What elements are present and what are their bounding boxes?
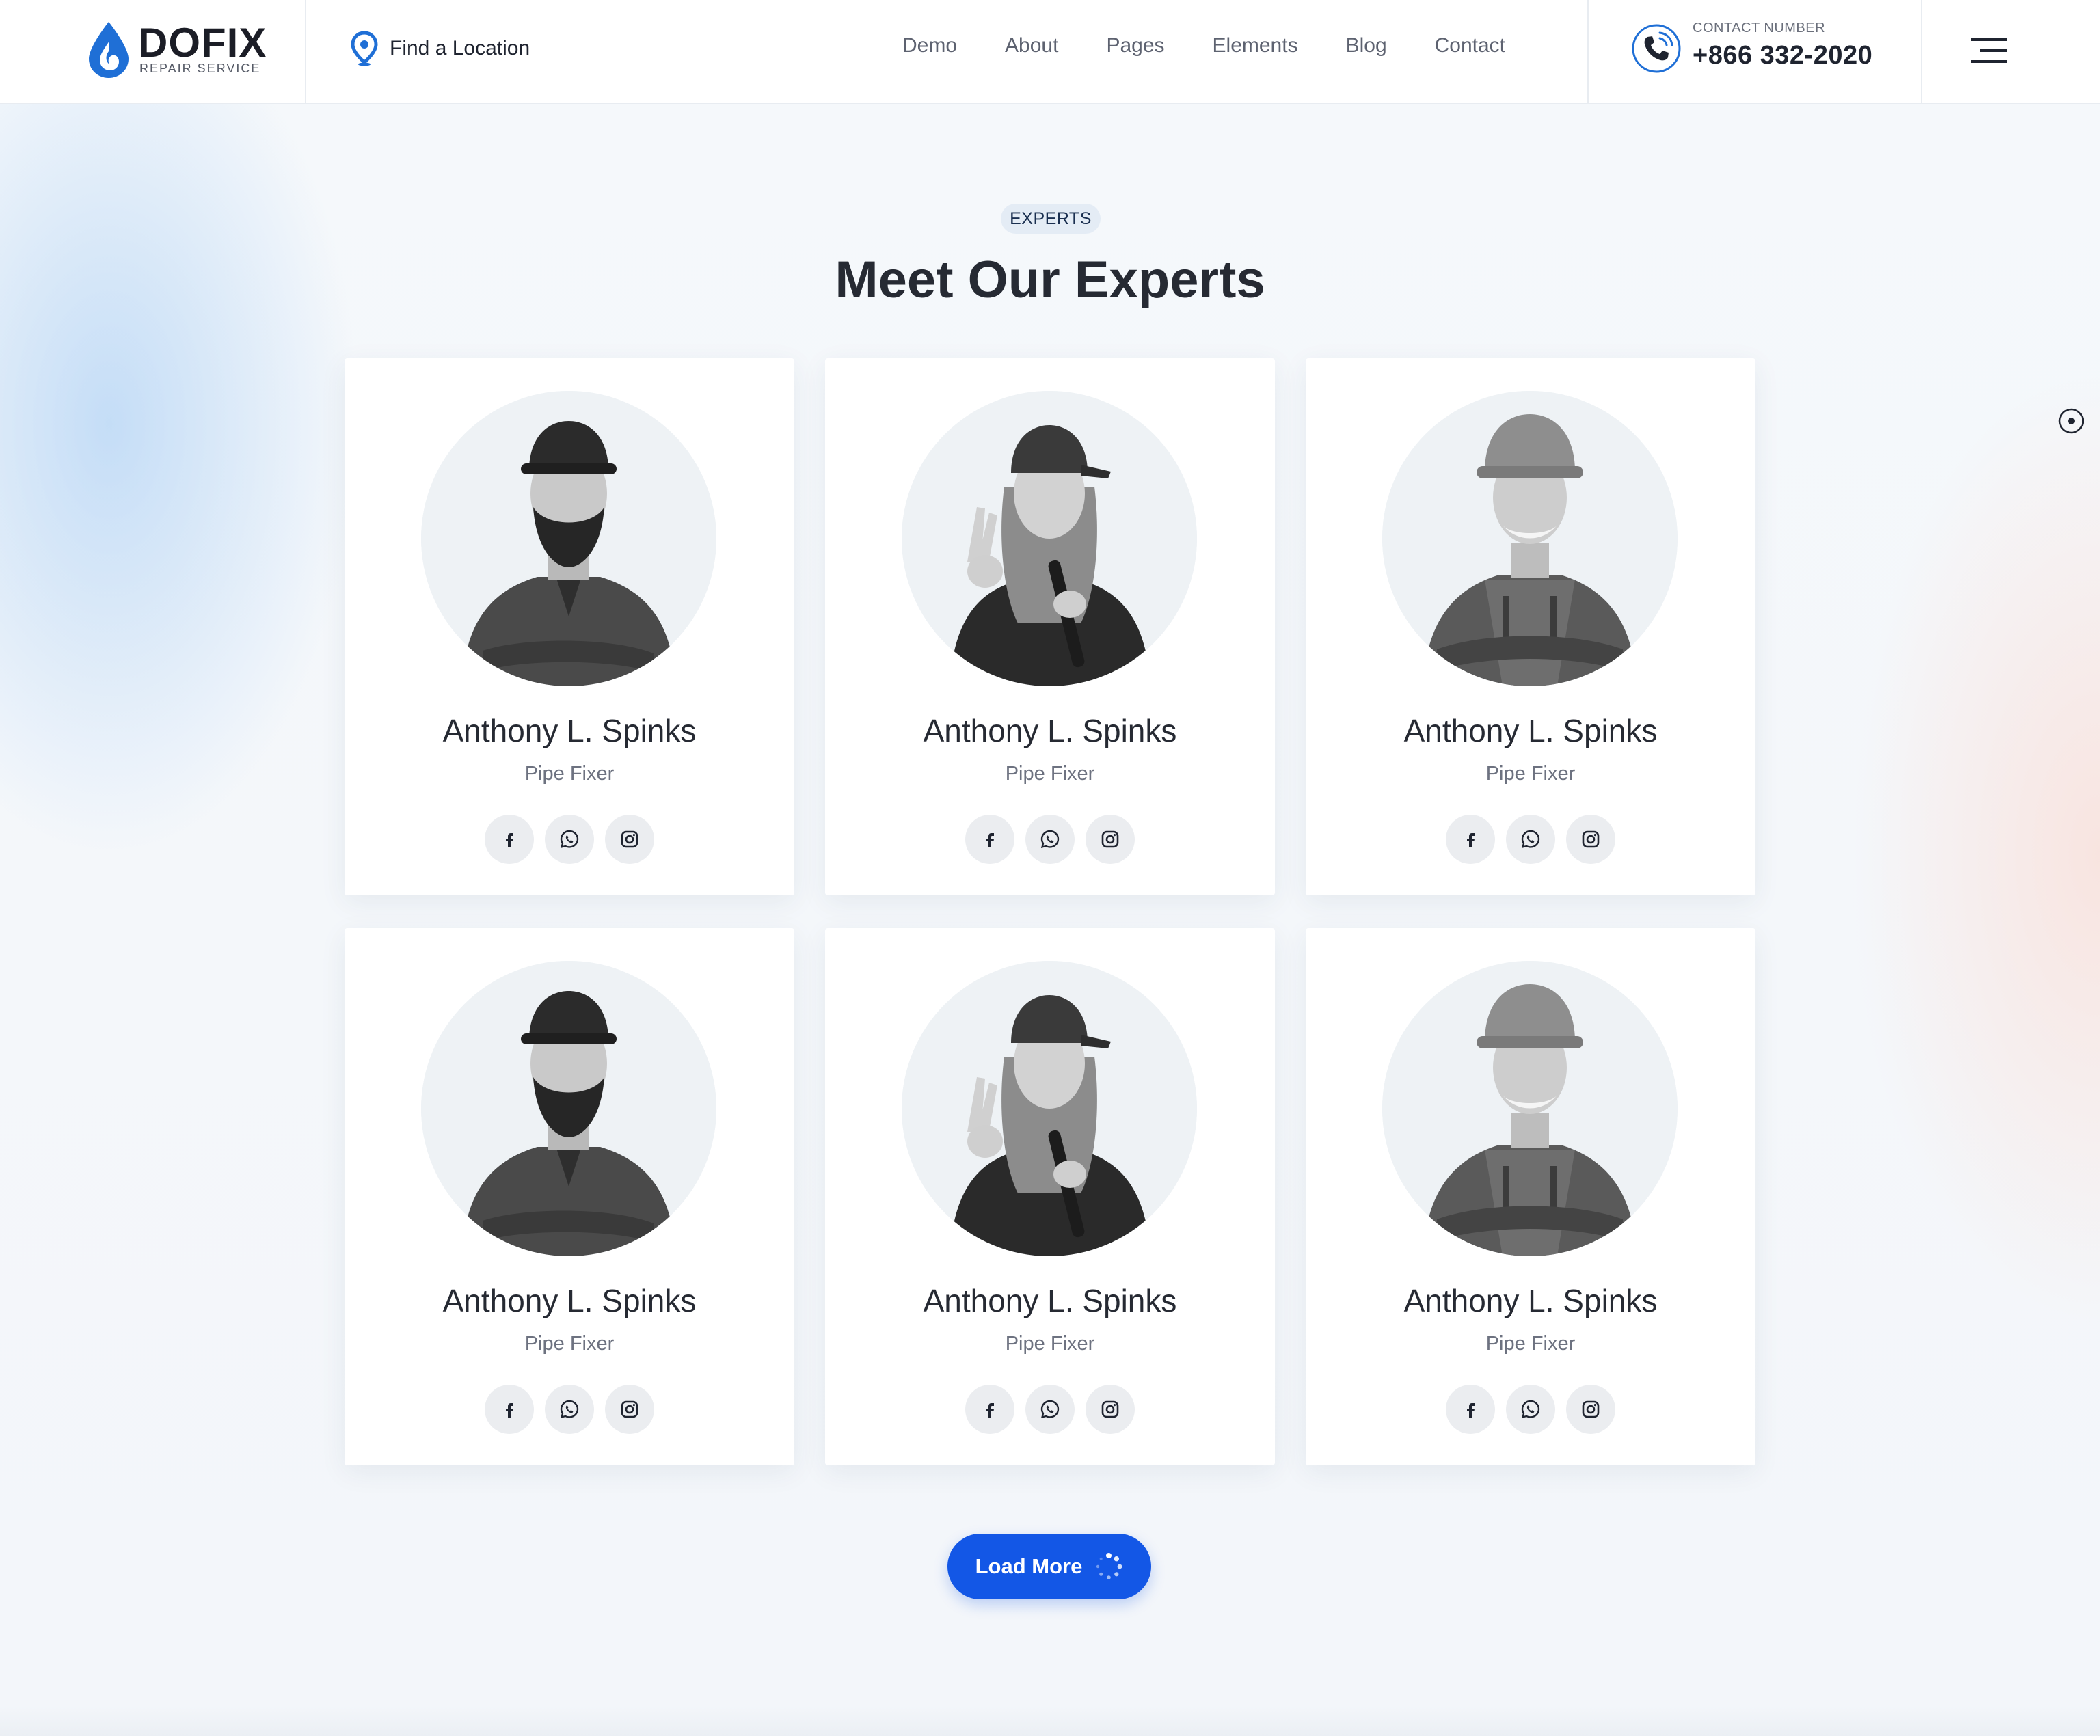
whatsapp-button[interactable]	[1025, 815, 1075, 864]
expert-card: Anthony L. Spinks Pipe Fixer	[1306, 358, 1755, 895]
contact-number-block[interactable]: CONTACT NUMBER +866 332-2020	[1587, 0, 1922, 103]
instagram-button[interactable]	[1566, 815, 1615, 864]
social-links	[825, 1385, 1275, 1434]
social-links	[1306, 815, 1755, 864]
contact-phone: +866 332-2020	[1693, 41, 1873, 70]
find-location-link[interactable]: Find a Location	[350, 31, 530, 66]
nav-blog[interactable]: Blog	[1346, 34, 1387, 57]
expert-photo	[421, 391, 716, 686]
find-location-label: Find a Location	[390, 37, 530, 59]
expert-photo	[902, 391, 1197, 686]
expert-role: Pipe Fixer	[524, 763, 615, 785]
facebook-button[interactable]	[1446, 1385, 1495, 1434]
expert-card: Anthony L. Spinks Pipe Fixer	[825, 928, 1275, 1465]
whatsapp-icon	[1040, 1400, 1060, 1419]
expert-card: Anthony L. Spinks Pipe Fixer	[825, 358, 1275, 895]
expert-role: Pipe Fixer	[1485, 1333, 1576, 1355]
load-more-label: Load More	[975, 1554, 1083, 1578]
facebook-button[interactable]	[965, 815, 1014, 864]
expert-role: Pipe Fixer	[524, 1333, 615, 1355]
instagram-button[interactable]	[605, 1385, 654, 1434]
instagram-button[interactable]	[1086, 815, 1135, 864]
whatsapp-button[interactable]	[545, 815, 594, 864]
map-pin-icon	[351, 31, 378, 66]
expert-name[interactable]: Anthony L. Spinks	[825, 1282, 1275, 1319]
social-links	[345, 815, 794, 864]
instagram-button[interactable]	[1086, 1385, 1135, 1434]
load-more-button[interactable]: Load More	[947, 1534, 1151, 1599]
whatsapp-icon	[1521, 830, 1540, 849]
expert-name[interactable]: Anthony L. Spinks	[345, 1282, 794, 1319]
brand-name: DOFIX	[138, 20, 267, 66]
social-links	[825, 815, 1275, 864]
nav-about[interactable]: About	[1005, 34, 1058, 57]
nav-pages[interactable]: Pages	[1106, 34, 1164, 57]
instagram-button[interactable]	[605, 815, 654, 864]
social-links	[345, 1385, 794, 1434]
whatsapp-icon	[560, 830, 579, 849]
facebook-icon	[1467, 833, 1475, 847]
hamburger-menu-icon[interactable]	[1971, 38, 2007, 63]
nav-contact[interactable]: Contact	[1435, 34, 1505, 57]
expert-name[interactable]: Anthony L. Spinks	[345, 712, 794, 749]
water-drop-icon	[89, 22, 129, 78]
nav-demo[interactable]: Demo	[902, 34, 957, 57]
facebook-button[interactable]	[485, 1385, 534, 1434]
instagram-icon	[1582, 1400, 1600, 1418]
site-header: DOFIX REPAIR SERVICE Find a Location Dem…	[0, 0, 2100, 104]
whatsapp-button[interactable]	[1506, 1385, 1555, 1434]
footer-edge	[0, 1706, 2100, 1736]
instagram-button[interactable]	[1566, 1385, 1615, 1434]
target-icon[interactable]	[2058, 407, 2085, 435]
social-links	[1306, 1385, 1755, 1434]
expert-photo	[421, 961, 716, 1256]
expert-name[interactable]: Anthony L. Spinks	[825, 712, 1275, 749]
phone-icon	[1632, 24, 1681, 73]
main-nav: Demo About Pages Elements Blog Contact	[902, 34, 1505, 57]
loading-spinner-icon	[1096, 1553, 1122, 1579]
instagram-icon	[1101, 830, 1119, 848]
section-tag: EXPERTS	[1001, 204, 1101, 234]
expert-card: Anthony L. Spinks Pipe Fixer	[345, 928, 794, 1465]
instagram-icon	[1582, 830, 1600, 848]
expert-photo	[1382, 961, 1678, 1256]
section-title: Meet Our Experts	[835, 251, 1265, 309]
brand-tagline: REPAIR SERVICE	[139, 62, 261, 75]
expert-role: Pipe Fixer	[1485, 763, 1576, 785]
whatsapp-icon	[560, 1400, 579, 1419]
instagram-icon	[621, 830, 638, 848]
facebook-icon	[1467, 1403, 1475, 1418]
whatsapp-button[interactable]	[1506, 815, 1555, 864]
expert-role: Pipe Fixer	[1005, 1333, 1095, 1355]
facebook-icon	[506, 1403, 513, 1418]
facebook-button[interactable]	[1446, 815, 1495, 864]
facebook-icon	[986, 833, 994, 847]
expert-photo	[902, 961, 1197, 1256]
whatsapp-button[interactable]	[1025, 1385, 1075, 1434]
expert-card: Anthony L. Spinks Pipe Fixer	[1306, 928, 1755, 1465]
expert-name[interactable]: Anthony L. Spinks	[1306, 712, 1755, 749]
nav-elements[interactable]: Elements	[1213, 34, 1298, 57]
facebook-button[interactable]	[965, 1385, 1014, 1434]
contact-label: CONTACT NUMBER	[1693, 21, 1826, 36]
facebook-button[interactable]	[485, 815, 534, 864]
whatsapp-icon	[1521, 1400, 1540, 1419]
experts-grid: Anthony L. Spinks Pipe Fixer Anthony L. S…	[345, 358, 1755, 1465]
whatsapp-icon	[1040, 830, 1060, 849]
expert-card: Anthony L. Spinks Pipe Fixer	[345, 358, 794, 895]
whatsapp-button[interactable]	[545, 1385, 594, 1434]
logo[interactable]: DOFIX REPAIR SERVICE	[0, 0, 306, 103]
expert-name[interactable]: Anthony L. Spinks	[1306, 1282, 1755, 1319]
instagram-icon	[1101, 1400, 1119, 1418]
instagram-icon	[621, 1400, 638, 1418]
expert-photo	[1382, 391, 1678, 686]
expert-role: Pipe Fixer	[1005, 763, 1095, 785]
facebook-icon	[986, 1403, 994, 1418]
facebook-icon	[506, 833, 513, 847]
